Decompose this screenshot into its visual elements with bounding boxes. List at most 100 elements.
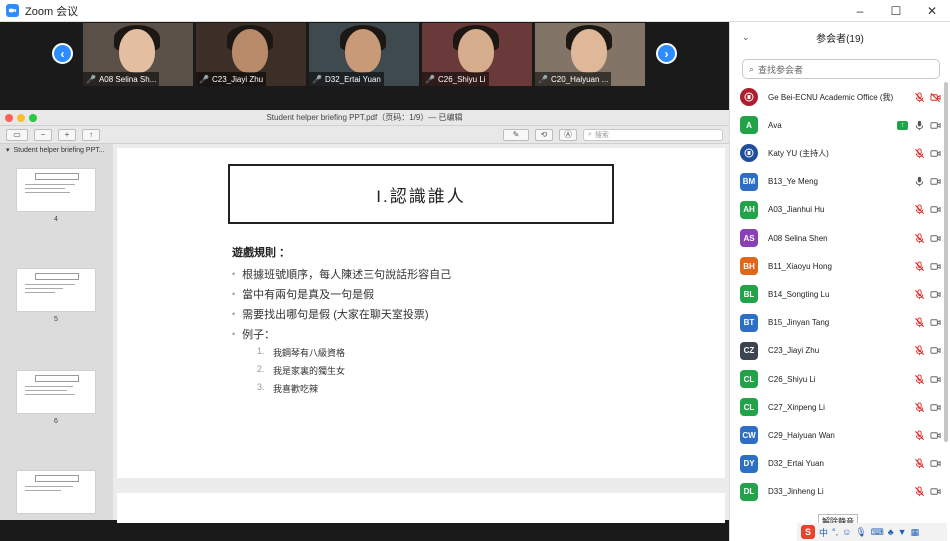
video-camera-icon[interactable] [928, 287, 942, 301]
bullet-item: • 需要找出哪句是假 (大家在聊天室投票) [232, 309, 429, 321]
muted-mic-icon[interactable] [912, 485, 926, 499]
minimize-button[interactable]: – [842, 0, 878, 22]
sidebar-toggle-icon[interactable]: ▭ [6, 128, 28, 141]
muted-mic-icon[interactable] [912, 428, 926, 442]
video-camera-icon[interactable] [928, 485, 942, 499]
zoom-out-icon[interactable]: − [34, 128, 52, 141]
mic-icon[interactable] [912, 118, 926, 132]
video-off-icon[interactable] [928, 90, 942, 104]
avatar: BL [740, 285, 758, 304]
muted-mic-icon[interactable] [912, 457, 926, 471]
toolbox-icon[interactable]: ▦ [911, 527, 920, 538]
close-button[interactable]: ✕ [914, 0, 950, 22]
participant-search-input[interactable]: ⌕ 查找参会者 [742, 59, 940, 79]
sidebar-title: Student helper briefing PPT... [13, 146, 105, 154]
maximize-button[interactable]: ☐ [878, 0, 914, 22]
muted-mic-icon[interactable] [912, 259, 926, 273]
title-bar: Zoom 会议 – ☐ ✕ [0, 0, 950, 22]
video-camera-icon[interactable] [928, 146, 942, 160]
video-camera-icon[interactable] [928, 259, 942, 273]
video-tile[interactable]: 🎤 D32_Ertai Yuan [309, 23, 419, 86]
participant-name: C23_Jiayi Zhu [768, 346, 820, 356]
participant-row[interactable]: CW C29_Haiyuan Wan [740, 424, 942, 446]
zoom-in-icon[interactable]: + [58, 128, 76, 141]
participant-row[interactable]: BM B13_Ye Meng [740, 171, 942, 193]
muted-mic-icon[interactable] [912, 231, 926, 245]
thumbnail-page-7[interactable] [16, 470, 96, 514]
next-page-icon[interactable]: › [656, 43, 677, 64]
markup-pen-icon[interactable]: ✎ [503, 128, 529, 141]
ime-language[interactable]: 中 [819, 526, 828, 539]
pdf-search-input[interactable]: ⌕ 搜索 [583, 128, 723, 141]
thumbnail-sidebar-header[interactable]: ▾ Student helper briefing PPT... [0, 144, 113, 156]
participant-row[interactable]: AH A03_Jianhui Hu [740, 199, 942, 221]
annotate-icon[interactable]: Ⓐ [559, 128, 577, 141]
muted-mic-icon: 🎤 [199, 74, 209, 84]
video-camera-icon[interactable] [928, 400, 942, 414]
participants-title: 参会者(19) [816, 33, 864, 45]
punctuation-icon[interactable]: °, [832, 527, 838, 537]
muted-mic-icon[interactable] [912, 146, 926, 160]
emoji-icon[interactable]: ☺ [842, 527, 851, 537]
video-tile[interactable]: 🎤 C26_Shiyu Li [422, 23, 532, 86]
voice-icon[interactable]: 🎙 [855, 527, 866, 538]
avatar: BT [740, 313, 758, 332]
participant-search-placeholder: 查找参会者 [758, 64, 804, 75]
muted-mic-icon[interactable] [912, 400, 926, 414]
video-tile[interactable]: 🎤 A08 Selina Sh... [83, 23, 193, 86]
pdf-search-placeholder: 搜索 [594, 131, 609, 139]
keyboard-icon[interactable]: ⌨ [871, 527, 884, 538]
participant-name: Ava [768, 120, 782, 130]
video-camera-icon[interactable] [928, 118, 942, 132]
participant-row[interactable]: Ge Bei-ECNU Academic Office (我) [740, 86, 942, 108]
thumbnail-page-6[interactable] [16, 370, 96, 414]
participant-row[interactable]: CL C27_Xinpeng Li [740, 396, 942, 418]
participant-row[interactable]: AS A08 Selina Shen [740, 227, 942, 249]
participant-row[interactable]: CL C26_Shiyu Li [740, 368, 942, 390]
participant-list-scrollbar[interactable] [944, 82, 948, 442]
muted-mic-icon[interactable] [912, 203, 926, 217]
video-camera-icon[interactable] [928, 457, 942, 471]
video-tile[interactable]: 🎤 C23_Jiayi Zhu [196, 23, 306, 86]
participant-name: B11_Xiaoyu Hong [768, 261, 832, 271]
participant-row[interactable]: CZ C23_Jiayi Zhu [740, 340, 942, 362]
participant-row[interactable]: DY D32_Ertai Yuan [740, 453, 942, 475]
video-camera-icon[interactable] [928, 316, 942, 330]
participants-header: ⌄ 参会者(19) [730, 22, 950, 52]
video-tile-name: 🎤 C26_Shiyu Li [422, 72, 489, 86]
participant-row[interactable]: DL D33_Jinheng Li [740, 481, 942, 503]
muted-mic-icon[interactable] [912, 344, 926, 358]
participant-row[interactable]: BL B14_Songting Lu [740, 283, 942, 305]
rotate-icon[interactable]: ⟲ [535, 128, 553, 141]
avatar: A [740, 116, 758, 135]
collapse-chevron-icon[interactable]: ⌄ [742, 32, 750, 43]
video-camera-icon[interactable] [928, 175, 942, 189]
screen-share-icon: ↑ [897, 120, 908, 130]
participant-name: B13_Ye Meng [768, 177, 818, 187]
muted-mic-icon[interactable] [912, 372, 926, 386]
participant-row[interactable]: A Ava ↑ [740, 114, 942, 136]
muted-mic-icon[interactable] [912, 90, 926, 104]
shirt-icon[interactable]: ▼ [898, 527, 907, 537]
avatar: CL [740, 398, 758, 417]
skin-icon[interactable]: ♣ [888, 527, 894, 537]
avatar: AS [740, 229, 758, 247]
video-camera-icon[interactable] [928, 428, 942, 442]
video-camera-icon[interactable] [928, 231, 942, 245]
participant-name: Katy YU (主持人) [768, 148, 829, 158]
share-icon[interactable]: ↑ [82, 128, 100, 141]
thumbnail-page-4[interactable] [16, 168, 96, 212]
thumbnail-page-5[interactable] [16, 268, 96, 312]
muted-mic-icon[interactable] [912, 316, 926, 330]
participant-row[interactable]: Katy YU (主持人) [740, 142, 942, 164]
video-camera-icon[interactable] [928, 372, 942, 386]
video-tile[interactable]: 🎤 C20_Haiyuan ... [535, 23, 645, 86]
mic-icon[interactable] [912, 175, 926, 189]
participant-row[interactable]: BT B15_Jinyan Tang [740, 312, 942, 334]
video-camera-icon[interactable] [928, 203, 942, 217]
prev-page-icon[interactable]: ‹ [52, 43, 73, 64]
muted-mic-icon[interactable] [912, 287, 926, 301]
video-camera-icon[interactable] [928, 344, 942, 358]
sogou-logo-icon[interactable]: S [801, 525, 815, 539]
participant-row[interactable]: BH B11_Xiaoyu Hong [740, 255, 942, 277]
